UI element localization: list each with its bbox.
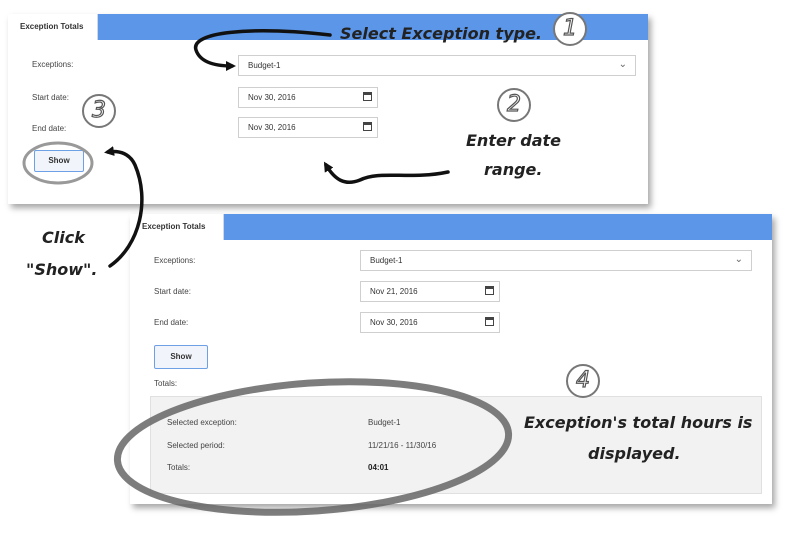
tab-bar [130, 214, 772, 240]
step2-number: 2 [497, 88, 531, 122]
calendar-icon[interactable] [363, 92, 372, 101]
step3-note-line2: "Show". [26, 260, 98, 279]
step1-note: Select Exception type. [340, 24, 542, 43]
tab-exception-totals[interactable]: Exception Totals [8, 14, 98, 40]
step1-number: 1 [553, 12, 587, 46]
exception-select[interactable]: Budget-1 ⌄ [360, 250, 752, 271]
step2-note-line1: Enter date [466, 131, 562, 150]
show-button[interactable]: Show [154, 345, 208, 369]
step4-note-line2: displayed. [588, 444, 681, 463]
step2-note-line2: range. [484, 160, 543, 179]
start-date-value: Nov 30, 2016 [248, 93, 296, 102]
selected-exception-label: Selected exception: [167, 418, 237, 427]
calendar-icon[interactable] [363, 122, 372, 131]
step4-note-line1: Exception's total hours is [524, 413, 753, 432]
step3-number: 3 [82, 94, 116, 128]
show-button[interactable]: Show [34, 150, 84, 172]
exception-select-value: Budget-1 [370, 256, 403, 265]
step3-note-line1: Click [42, 228, 85, 247]
exception-select-value: Budget-1 [248, 61, 281, 70]
start-date-value: Nov 21, 2016 [370, 287, 418, 296]
end-date-label: End date: [32, 124, 67, 133]
calendar-icon[interactable] [485, 286, 494, 295]
tab-bar [8, 14, 648, 40]
start-date-field[interactable]: Nov 30, 2016 [238, 87, 378, 108]
end-date-field[interactable]: Nov 30, 2016 [238, 117, 378, 138]
start-date-label: Start date: [32, 93, 69, 102]
exception-select[interactable]: Budget-1 ⌄ [238, 55, 636, 76]
totals-label: Totals: [167, 463, 191, 472]
totals-value: 04:01 [368, 463, 389, 472]
end-date-value: Nov 30, 2016 [248, 123, 296, 132]
tab-exception-totals[interactable]: Exception Totals [130, 214, 224, 240]
end-date-value: Nov 30, 2016 [370, 318, 418, 327]
end-date-label: End date: [154, 318, 189, 327]
start-date-label: Start date: [154, 287, 191, 296]
calendar-icon[interactable] [485, 317, 494, 326]
step4-number: 4 [566, 364, 600, 398]
end-date-field[interactable]: Nov 30, 2016 [360, 312, 500, 333]
selected-period-label: Selected period: [167, 441, 225, 450]
selected-period-value: 11/21/16 - 11/30/16 [368, 441, 437, 450]
totals-heading: Totals: [154, 379, 178, 388]
chevron-down-icon: ⌄ [618, 59, 627, 70]
chevron-down-icon: ⌄ [734, 254, 743, 265]
start-date-field[interactable]: Nov 21, 2016 [360, 281, 500, 302]
exceptions-label: Exceptions: [154, 256, 196, 265]
selected-exception-value: Budget-1 [368, 418, 401, 427]
exceptions-label: Exceptions: [32, 60, 74, 69]
